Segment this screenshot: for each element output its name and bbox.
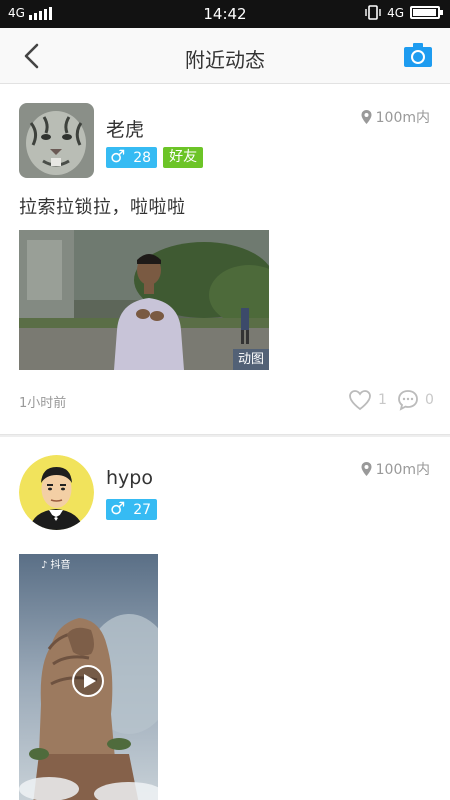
heart-icon [349, 390, 371, 411]
distance-text: 100m内 [375, 462, 430, 478]
username[interactable]: hypo [106, 467, 153, 489]
post-video[interactable]: ♪ 抖音 [19, 554, 158, 800]
user-badges: ♂ 27 [106, 499, 158, 520]
vibrate-icon [365, 5, 381, 20]
post-card[interactable]: 老虎 ♂ 28 好友 100m内 拉索拉锁拉，啦啦啦 动图 1小时前 1 0 [0, 85, 450, 434]
comment-count: 0 [425, 392, 434, 408]
male-icon: ♂ [110, 147, 126, 167]
page-title: 附近动态 [185, 48, 265, 72]
camera-icon [404, 43, 432, 67]
battery-icon [410, 6, 443, 19]
status-bar: 4G 14:42 4G [0, 0, 450, 28]
gender-age-badge: ♂ 27 [106, 499, 158, 520]
distance-text: 100m内 [375, 110, 430, 126]
location-pin-icon [361, 462, 372, 476]
like-count: 1 [378, 392, 387, 408]
status-right-icons: 4G [365, 5, 443, 20]
user-badges: ♂ 28 好友 [106, 147, 204, 168]
post-text: 拉索拉锁拉，啦啦啦 [19, 197, 186, 218]
male-icon: ♂ [110, 499, 126, 519]
avatar[interactable] [19, 103, 94, 178]
network-type-right: 4G [387, 5, 404, 20]
avatar[interactable] [19, 455, 94, 530]
like-button[interactable]: 1 [348, 389, 387, 411]
video-watermark: ♪ 抖音 [41, 560, 71, 571]
comment-button[interactable]: 0 [397, 389, 434, 411]
camera-button[interactable] [404, 43, 432, 67]
gender-age-badge: ♂ 28 [106, 147, 158, 168]
distance-label: 100m内 [361, 459, 430, 479]
age-label: 27 [133, 501, 152, 518]
username[interactable]: 老虎 [106, 115, 144, 142]
location-pin-icon [361, 110, 372, 124]
age-label: 28 [133, 149, 152, 166]
post-card[interactable]: hypo ♂ 27 100m内 ♪ 抖音 [0, 437, 450, 800]
nav-bar: 附近动态 [0, 28, 450, 84]
play-button[interactable] [71, 664, 105, 698]
comment-icon [398, 390, 418, 411]
distance-label: 100m内 [361, 107, 430, 127]
gif-tag: 动图 [233, 349, 269, 370]
post-time: 1小时前 [19, 396, 67, 411]
post-image[interactable]: 动图 [19, 230, 269, 370]
friend-badge: 好友 [163, 147, 204, 168]
